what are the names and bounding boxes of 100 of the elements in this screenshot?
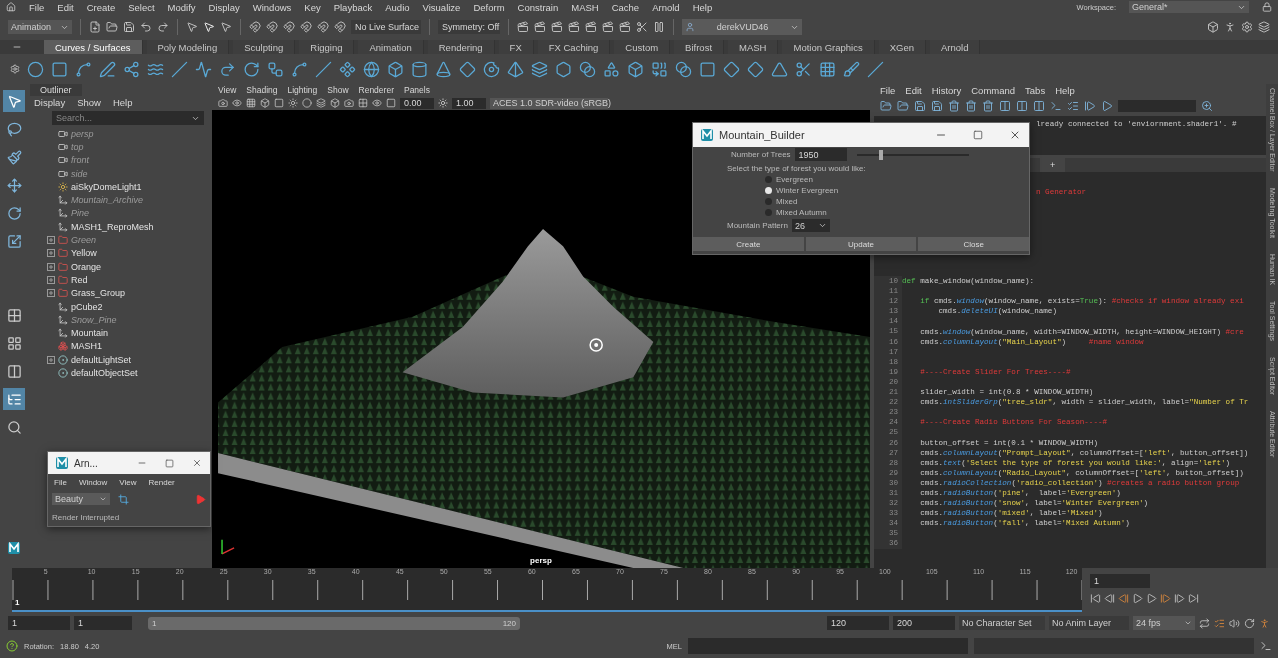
play-backward-icon[interactable] bbox=[1132, 593, 1143, 604]
search-field[interactable] bbox=[1118, 100, 1196, 112]
outliner-item[interactable]: Snow_Pine bbox=[71, 314, 117, 325]
shelf-tab[interactable]: FX bbox=[498, 40, 534, 54]
dropdown[interactable]: 26 bbox=[791, 219, 830, 232]
menu-item[interactable]: Create bbox=[86, 1, 116, 13]
dropdown[interactable]: Beauty bbox=[52, 493, 110, 505]
step-forward-key-icon[interactable] bbox=[1160, 593, 1171, 604]
menu-item[interactable]: File bbox=[880, 84, 896, 96]
pencil-icon[interactable] bbox=[99, 60, 116, 78]
menu-item[interactable]: Renderer bbox=[358, 85, 394, 95]
zigzag-icon[interactable] bbox=[195, 60, 212, 78]
viewport-tool-icon[interactable] bbox=[302, 98, 312, 108]
settings-icon[interactable] bbox=[10, 64, 20, 74]
clear-icon[interactable] bbox=[965, 100, 977, 112]
menu-item[interactable]: Lighting bbox=[287, 85, 318, 95]
torus-icon[interactable] bbox=[483, 60, 500, 78]
slider-thumb[interactable] bbox=[879, 149, 884, 160]
scissors-icon[interactable] bbox=[795, 60, 812, 78]
circle-icon[interactable] bbox=[27, 60, 44, 78]
outliner-item[interactable]: side bbox=[71, 168, 88, 179]
square-icon[interactable] bbox=[51, 60, 68, 78]
viewport-tool-icon[interactable] bbox=[358, 98, 368, 108]
magnet-icon[interactable] bbox=[300, 21, 312, 33]
viewport-tool-icon[interactable] bbox=[246, 98, 256, 108]
terminal-icon[interactable] bbox=[1050, 100, 1062, 112]
maximize-icon[interactable] bbox=[165, 458, 174, 468]
menu-item[interactable]: Audio bbox=[385, 1, 410, 13]
folder-icon[interactable] bbox=[897, 100, 909, 112]
settings-icon[interactable] bbox=[1241, 21, 1253, 33]
step-forward-icon[interactable] bbox=[1174, 593, 1185, 604]
menu-item[interactable]: File bbox=[29, 1, 45, 13]
run-icon[interactable] bbox=[1101, 100, 1113, 112]
redo-icon[interactable] bbox=[157, 21, 169, 33]
outliner-item[interactable]: pCube2 bbox=[71, 301, 103, 312]
shelf-tab[interactable]: XGen bbox=[878, 40, 926, 54]
arc-icon[interactable] bbox=[243, 60, 260, 78]
menu-item[interactable]: Key bbox=[304, 1, 321, 13]
cycle-icon[interactable] bbox=[1244, 617, 1255, 629]
expand-plus-icon[interactable] bbox=[46, 262, 55, 271]
search-icon[interactable] bbox=[1201, 100, 1213, 112]
redo-arrow-icon[interactable] bbox=[219, 60, 236, 78]
clapperboard-icon[interactable] bbox=[568, 21, 580, 33]
outliner-item[interactable]: Mountain bbox=[71, 328, 109, 339]
viewport-tool-icon[interactable] bbox=[372, 98, 382, 108]
layout-icon[interactable] bbox=[999, 100, 1011, 112]
menu-item[interactable]: Edit bbox=[905, 84, 922, 96]
menu-item[interactable]: Help bbox=[1055, 84, 1075, 96]
outliner-item[interactable]: persp bbox=[71, 128, 94, 139]
radio-button[interactable] bbox=[765, 176, 772, 183]
menu-item[interactable]: Visualize bbox=[422, 1, 461, 13]
outliner-item[interactable]: Red bbox=[71, 274, 88, 285]
radio-button[interactable] bbox=[765, 209, 772, 216]
diamond-icon[interactable] bbox=[747, 60, 764, 78]
diamond-icon[interactable] bbox=[723, 60, 740, 78]
menu-item[interactable]: View bbox=[218, 85, 237, 95]
radio-button[interactable] bbox=[765, 198, 772, 205]
figure-icon[interactable] bbox=[1259, 617, 1270, 629]
menu-item[interactable]: Help bbox=[112, 97, 133, 108]
script-editor-icon[interactable] bbox=[1260, 640, 1272, 652]
magnet-icon[interactable] bbox=[249, 21, 261, 33]
clapperboard-icon[interactable] bbox=[517, 21, 529, 33]
shelf-tab[interactable]: Sculpting bbox=[233, 40, 296, 54]
step-back-key-icon[interactable] bbox=[1118, 593, 1129, 604]
magnet-icon[interactable] bbox=[317, 21, 329, 33]
menu-item[interactable]: History bbox=[931, 84, 962, 96]
menu-item[interactable]: Show bbox=[77, 97, 101, 108]
render-play-icon[interactable] bbox=[195, 493, 206, 505]
menu-item[interactable]: MASH bbox=[571, 1, 599, 13]
layout-icon[interactable] bbox=[1016, 100, 1028, 112]
viewport-tool-icon[interactable] bbox=[316, 98, 326, 108]
magnet-icon[interactable] bbox=[266, 21, 278, 33]
cube-icon[interactable] bbox=[627, 60, 644, 78]
viewport-tool-icon[interactable] bbox=[232, 98, 242, 108]
cube-icon[interactable] bbox=[1207, 21, 1219, 33]
shelf-tab[interactable]: Rigging bbox=[299, 40, 355, 54]
outliner-item[interactable]: defaultLightSet bbox=[71, 354, 132, 365]
add-tab-button[interactable]: + bbox=[1040, 158, 1066, 172]
fps-dropdown[interactable]: 24 fps bbox=[1133, 616, 1195, 630]
playback-end-field[interactable]: 120 bbox=[827, 616, 889, 630]
hexagon-icon[interactable] bbox=[555, 60, 572, 78]
cone-icon[interactable] bbox=[435, 60, 452, 78]
viewport-tool-icon[interactable] bbox=[274, 98, 284, 108]
pyramid-icon[interactable] bbox=[507, 60, 524, 78]
menu-item[interactable]: Cache bbox=[611, 1, 640, 13]
shelf-tab[interactable]: Custom bbox=[614, 40, 671, 54]
number-field[interactable]: 1950 bbox=[794, 148, 847, 161]
square-icon[interactable] bbox=[699, 60, 716, 78]
folder-icon[interactable] bbox=[106, 21, 118, 33]
clear-icon[interactable] bbox=[982, 100, 994, 112]
close-icon[interactable] bbox=[192, 458, 202, 468]
expand-plus-icon[interactable] bbox=[46, 236, 55, 244]
loop-icon[interactable] bbox=[1199, 617, 1210, 629]
slash-icon[interactable] bbox=[315, 60, 332, 78]
figure-icon[interactable] bbox=[1224, 21, 1236, 33]
shelf-tab[interactable]: Motion Graphics bbox=[782, 40, 875, 54]
combine-icon[interactable] bbox=[651, 60, 668, 78]
gamma-icon[interactable] bbox=[438, 98, 448, 108]
menu-item[interactable]: Shading bbox=[246, 85, 278, 95]
clear-icon[interactable] bbox=[948, 100, 960, 112]
